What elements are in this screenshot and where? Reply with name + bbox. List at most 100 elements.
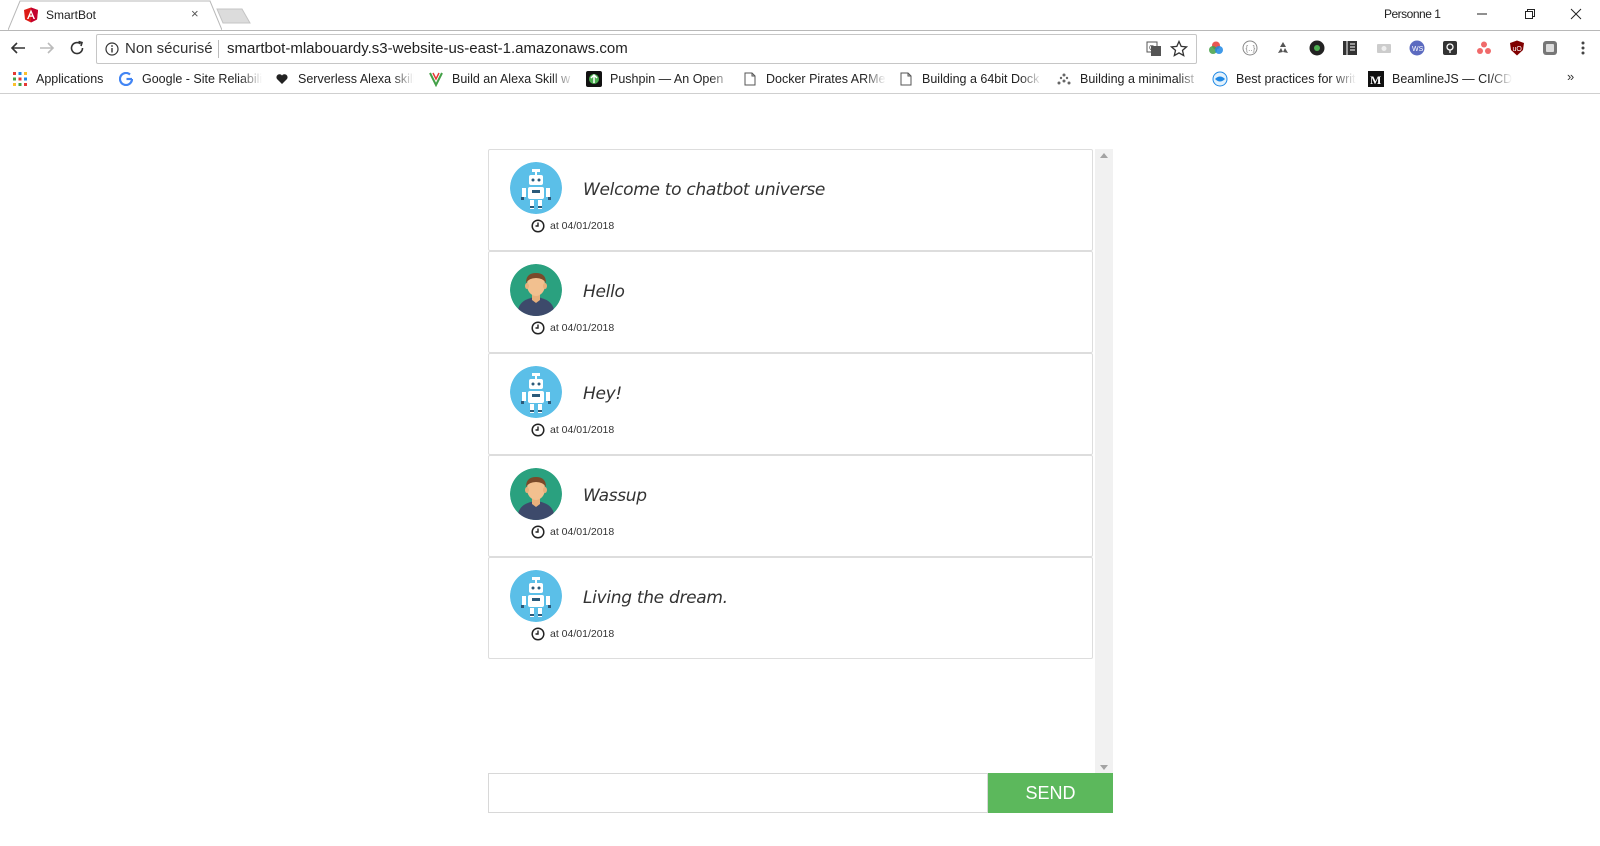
ublock-shield-icon[interactable]: uO — [1509, 40, 1525, 56]
recycle-extension-icon[interactable] — [1275, 40, 1291, 56]
svg-text:{..}: {..} — [1246, 44, 1256, 53]
address-bar[interactable]: Non sécurisé smartbot-mlabouardy.s3-webs… — [96, 34, 1197, 64]
url-text[interactable]: smartbot-mlabouardy.s3-website-us-east-1… — [227, 40, 628, 57]
reload-icon[interactable] — [67, 38, 87, 58]
svg-text:uO: uO — [1513, 46, 1523, 53]
clock-icon — [531, 525, 545, 539]
message-timestamp: at 04/01/2018 — [531, 423, 614, 437]
message-text: Hey! — [583, 384, 622, 404]
bookmark-label: BeamlineJS — CI/CD — [1392, 72, 1512, 86]
lightbulb-extension-icon[interactable] — [1442, 40, 1458, 56]
menu-dots-icon[interactable] — [1575, 40, 1591, 56]
message-composer: SEND — [488, 773, 1113, 813]
restore-icon[interactable] — [1506, 0, 1554, 28]
globe-icon — [1212, 71, 1228, 87]
message-card: Living the dream. at 04/01/2018 — [488, 557, 1093, 659]
bookmark-64bit-docker[interactable]: Building a 64bit Dock — [898, 70, 1042, 88]
message-time-text: at 04/01/2018 — [550, 526, 615, 538]
braces-extension-icon[interactable]: {..} — [1242, 40, 1258, 56]
svg-text:M: M — [1370, 73, 1381, 87]
bookmark-google-sre[interactable]: Google - Site Reliabili — [118, 70, 262, 88]
message-card: Hello at 04/01/2018 — [488, 251, 1093, 353]
translate-icon[interactable]: G — [1146, 41, 1162, 57]
scroll-up-arrow-icon[interactable] — [1100, 153, 1108, 158]
message-input[interactable] — [488, 773, 988, 813]
browser-toolbar: Non sécurisé smartbot-mlabouardy.s3-webs… — [0, 31, 1600, 66]
svg-text:G: G — [1149, 45, 1154, 52]
bookmark-label: Docker Pirates ARMe — [766, 72, 886, 86]
message-time-text: at 04/01/2018 — [550, 628, 615, 640]
gray-square-extension-icon[interactable] — [1542, 40, 1558, 56]
clock-icon — [531, 321, 545, 335]
profile-name[interactable]: Personne 1 — [1384, 7, 1441, 21]
medium-icon: M — [1368, 71, 1384, 87]
send-button[interactable]: SEND — [988, 773, 1113, 813]
heart-icon — [274, 71, 290, 87]
message-timestamp: at 04/01/2018 — [531, 525, 614, 539]
dots-icon — [1056, 71, 1072, 87]
new-tab-button[interactable] — [216, 8, 252, 24]
forward-icon[interactable] — [37, 38, 57, 58]
bookmark-star-icon[interactable] — [1170, 40, 1188, 58]
bookmark-applications[interactable]: Applications — [12, 70, 103, 88]
google-icon — [118, 71, 134, 87]
message-list-scrollbar[interactable] — [1095, 149, 1113, 774]
security-label[interactable]: Non sécurisé — [125, 40, 213, 57]
bookmark-minimalist[interactable]: Building a minimalist — [1056, 70, 1200, 88]
info-icon[interactable] — [105, 42, 119, 56]
message-time-text: at 04/01/2018 — [550, 424, 615, 436]
bot-avatar — [510, 162, 562, 214]
message-card: Hey! at 04/01/2018 — [488, 353, 1093, 455]
clock-icon — [531, 423, 545, 437]
dark-circle-extension-icon[interactable] — [1309, 40, 1325, 56]
bookmark-label: Pushpin — An Open — [610, 72, 724, 86]
bookmark-label: Building a minimalist — [1080, 72, 1194, 86]
message-text: Living the dream. — [583, 588, 728, 608]
scroll-down-arrow-icon[interactable] — [1100, 765, 1108, 770]
browser-tab[interactable]: SmartBot × — [8, 0, 222, 31]
bookmark-best-practices[interactable]: Best practices for writ — [1212, 70, 1356, 88]
omnibox-separator — [218, 40, 219, 58]
message-time-text: at 04/01/2018 — [550, 220, 615, 232]
message-timestamp: at 04/01/2018 — [531, 219, 614, 233]
svg-text:WS: WS — [1412, 46, 1424, 53]
clock-icon — [531, 627, 545, 641]
ws-extension-icon[interactable]: WS — [1409, 40, 1425, 56]
tab-shape — [8, 0, 222, 31]
tab-close-icon[interactable]: × — [191, 6, 199, 21]
bookmark-label: Best practices for writ — [1236, 72, 1356, 86]
angular-icon — [24, 7, 38, 23]
tab-title: SmartBot — [46, 8, 97, 22]
page-icon — [742, 71, 758, 87]
message-time-text: at 04/01/2018 — [550, 322, 615, 334]
alexa-icon — [428, 71, 444, 87]
camera-extension-icon[interactable] — [1376, 40, 1392, 56]
message-timestamp: at 04/01/2018 — [531, 627, 614, 641]
clock-icon — [531, 219, 545, 233]
color-wheel-extension-icon[interactable] — [1208, 40, 1224, 56]
bookmark-build-alexa[interactable]: Build an Alexa Skill w — [428, 70, 574, 88]
message-text: Welcome to chatbot universe — [583, 180, 826, 200]
chat-panel: Welcome to chatbot universe at 04/01/201… — [488, 149, 1113, 774]
message-text: Hello — [583, 282, 625, 302]
back-icon[interactable] — [8, 38, 28, 58]
bookmark-docker-pirates[interactable]: Docker Pirates ARMe — [742, 70, 886, 88]
message-card: Wassup at 04/01/2018 — [488, 455, 1093, 557]
minimize-icon[interactable] — [1458, 0, 1506, 28]
bookmark-label: Building a 64bit Dock — [922, 72, 1040, 86]
bookmark-label: Applications — [36, 72, 104, 86]
asana-extension-icon[interactable] — [1476, 40, 1492, 56]
bookmarks-bar: Applications Google - Site Reliabili Ser… — [0, 66, 1600, 94]
bookmark-serverless-alexa[interactable]: Serverless Alexa skill — [274, 70, 414, 88]
book-extension-icon[interactable] — [1342, 40, 1358, 56]
bookmark-label: Build an Alexa Skill w — [452, 72, 571, 86]
message-card: Welcome to chatbot universe at 04/01/201… — [488, 149, 1093, 251]
pushpin-icon — [586, 71, 602, 87]
bookmarks-overflow-chevron-icon[interactable]: » — [1567, 69, 1574, 84]
message-list[interactable]: Welcome to chatbot universe at 04/01/201… — [488, 149, 1095, 774]
title-bar: SmartBot × Personne 1 — [0, 0, 1600, 31]
user-avatar — [510, 468, 562, 520]
close-icon[interactable] — [1552, 0, 1600, 28]
bookmark-beamlinejs[interactable]: M BeamlineJS — CI/CD — [1368, 70, 1512, 88]
bookmark-pushpin[interactable]: Pushpin — An Open — [586, 70, 732, 88]
